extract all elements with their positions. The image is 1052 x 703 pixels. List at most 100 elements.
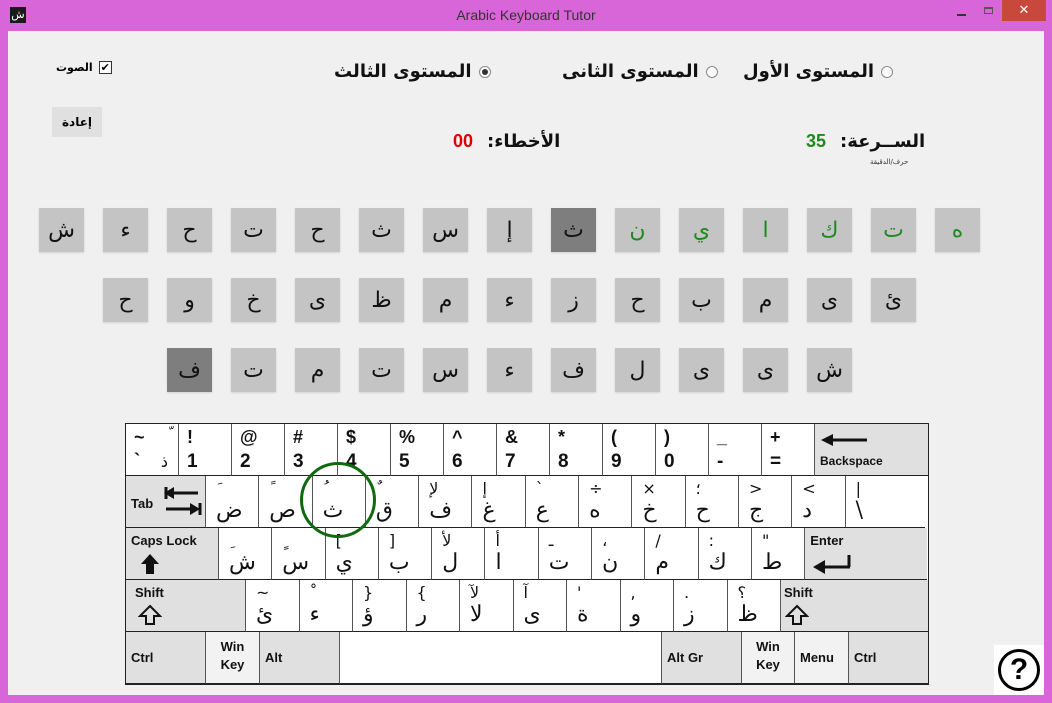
key-ar-highlighted[interactable]: ُث [312, 476, 366, 528]
sound-toggle[interactable]: ✔ الصوت [56, 61, 112, 74]
key-ar-bottom-9[interactable]: ؟ ظ [727, 580, 781, 632]
target-char-pending: ت [231, 208, 276, 252]
key-ar-home-7[interactable]: ، ن [592, 528, 646, 580]
key-ar-bottom-0[interactable]: ~ ئ [246, 580, 300, 632]
key-shift-left[interactable]: Shift [126, 580, 246, 632]
key-4[interactable]: $4 [338, 424, 391, 476]
key-ar-home-2[interactable]: [ي [325, 528, 379, 580]
key-9[interactable]: (9 [603, 424, 656, 476]
key-ar-bottom-3[interactable]: {ر [406, 580, 460, 632]
key-win-left[interactable]: Win Key [206, 632, 260, 684]
level-3-radio[interactable] [478, 65, 491, 78]
key-ar-home-3[interactable]: ] ب [378, 528, 433, 580]
minimize-button[interactable] [948, 0, 975, 21]
key-arabic-shift: لآ [470, 583, 480, 602]
key-1[interactable]: ! 1 [179, 424, 232, 476]
key-arabic-base: ث [322, 498, 344, 523]
key-ar-bottom-2[interactable]: } ؤ [353, 580, 407, 632]
key-ar-5[interactable]: إغ [472, 476, 526, 528]
key-label: Caps Lock [131, 533, 197, 548]
key-caps-lock[interactable]: Caps Lock [126, 528, 219, 580]
key-arabic-shift: } [363, 583, 374, 602]
key-7[interactable]: & 7 [497, 424, 550, 476]
key-shift-symbol: % [399, 427, 416, 447]
target-char-done: ت [871, 208, 916, 252]
close-button[interactable]: ✕ [1002, 0, 1046, 21]
key-menu[interactable]: Menu [795, 632, 849, 684]
help-button[interactable]: ? [994, 645, 1044, 695]
key-arabic-base: ا [495, 550, 502, 575]
target-char-pending: ت [359, 348, 404, 392]
target-char-pending: و [167, 278, 212, 322]
key-shift-symbol: & [505, 427, 518, 447]
level-2-label: المستوى الثانى [562, 61, 699, 82]
key-ar-home-9[interactable]: :ك [698, 528, 752, 580]
key-label: Enter [810, 533, 844, 548]
key-ar-home-8[interactable]: / م [645, 528, 699, 580]
backspace-arrow-icon [821, 430, 869, 453]
key-ar-12[interactable]: | \ [845, 476, 925, 528]
key-ar-6[interactable]: ` ع [525, 476, 580, 528]
key-`[interactable]: ~`ّذ [126, 424, 179, 476]
key-=[interactable]: + = [762, 424, 815, 476]
key-ar-home-4[interactable]: لأ ل [432, 528, 486, 580]
level-3-label: المستوى الثالث [334, 61, 472, 82]
key-ar-10[interactable]: > ج [738, 476, 793, 528]
target-char-pending: ء [487, 348, 532, 392]
level-2-option[interactable]: المستوى الثانى [562, 61, 718, 82]
key-ar-4[interactable]: لإ ف [419, 476, 473, 528]
key-label: Ctrl [854, 650, 877, 665]
sound-checkbox[interactable]: ✔ [98, 61, 112, 74]
key-space[interactable] [340, 632, 662, 684]
key-ar-bottom-6[interactable]: ' ة [567, 580, 621, 632]
key-shift-right[interactable]: Shift [781, 580, 928, 632]
key-ar-9[interactable]: ؛ ح [685, 476, 739, 528]
key-ar-home-0[interactable]: ِش [219, 528, 273, 580]
key-6[interactable]: ^ 6 [444, 424, 497, 476]
key-ar-1[interactable]: ًص [259, 476, 313, 528]
key-0[interactable]: ) 0 [656, 424, 709, 476]
key-alt[interactable]: Alt [260, 632, 340, 684]
key-altgr[interactable]: Alt Gr [662, 632, 742, 684]
key-base-symbol: - [717, 451, 724, 472]
key-ar-7[interactable]: ÷ ه [579, 476, 633, 528]
key-base-symbol: ` [134, 451, 141, 472]
target-char-pending: ش [807, 348, 852, 392]
maximize-button[interactable] [975, 0, 1002, 21]
key-ar-8[interactable]: × خ [632, 476, 686, 528]
key-ar-bottom-7[interactable]: ,و [620, 580, 674, 632]
key-ar-bottom-4[interactable]: لآ لا [460, 580, 514, 632]
key-arabic-base: ت [548, 550, 570, 575]
key-ar-3[interactable]: ٌق [365, 476, 420, 528]
level-3-option[interactable]: المستوى الثالث [334, 61, 491, 82]
target-char-pending: إ [487, 208, 532, 252]
reset-button[interactable]: إعادة [52, 107, 102, 137]
key-ar-home-6[interactable]: ـت [538, 528, 593, 580]
key-ar-home-5[interactable]: أا [485, 528, 539, 580]
level-2-radio[interactable] [705, 65, 718, 78]
level-1-option[interactable]: المستوى الأول [743, 61, 894, 82]
speed-stat: الســرعة: 35 [806, 131, 925, 152]
key-ctrl-left[interactable]: Ctrl [126, 632, 206, 684]
close-icon: ✕ [1018, 3, 1030, 18]
key-enter[interactable]: Enter [805, 528, 928, 580]
key-ar-bottom-8[interactable]: .ز [674, 580, 728, 632]
key-3[interactable]: #3 [285, 424, 338, 476]
key-5[interactable]: % 5 [391, 424, 444, 476]
key-2[interactable]: @2 [232, 424, 285, 476]
key--[interactable]: _ - [709, 424, 762, 476]
key-ctrl-right[interactable]: Ctrl [849, 632, 928, 684]
key-8[interactable]: * 8 [550, 424, 603, 476]
key-ar-11[interactable]: < د [792, 476, 846, 528]
key-ar-home-1[interactable]: ٍس [272, 528, 326, 580]
key-ar-bottom-1[interactable]: ْء [299, 580, 353, 632]
key-backspace[interactable]: Backspace [815, 424, 928, 476]
level-1-radio[interactable] [881, 65, 894, 78]
key-win-right[interactable]: Win Key [742, 632, 795, 684]
key-ar-home-10[interactable]: " ط [751, 528, 806, 580]
key-tab[interactable]: Tab [126, 476, 206, 528]
key-arabic-shift: { [416, 583, 427, 602]
key-ar-0[interactable]: َض [206, 476, 260, 528]
key-ar-bottom-5[interactable]: آى [513, 580, 567, 632]
tab-arrows-icon [164, 486, 202, 522]
